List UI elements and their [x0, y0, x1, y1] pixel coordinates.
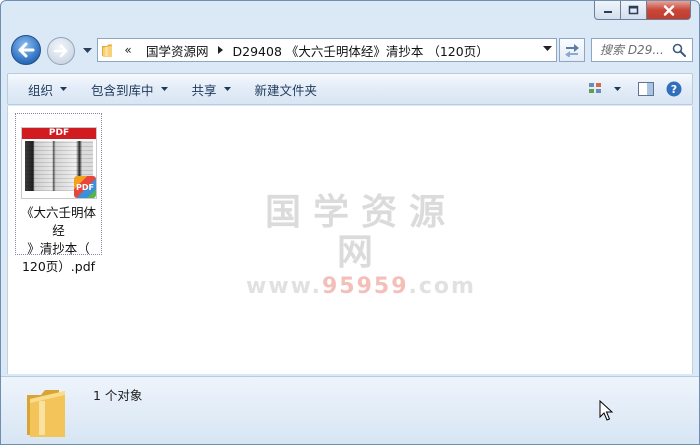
file-name: 《大六壬明体经 》清抄本（ 120页）.pdf — [20, 205, 96, 274]
help-icon: ? — [666, 81, 682, 97]
new-folder-button[interactable]: 新建文件夹 — [243, 74, 330, 104]
watermark-title: 国学资源网 — [264, 192, 457, 273]
change-view-button[interactable] — [582, 77, 610, 101]
chevron-down-icon — [82, 48, 92, 53]
watermark: 国学资源网 www.95959.com — [246, 193, 476, 299]
preview-pane-icon — [638, 82, 654, 96]
help-button[interactable]: ? — [660, 77, 688, 101]
recent-pages-button[interactable] — [81, 46, 93, 56]
address-dropdown-icon[interactable] — [543, 46, 552, 52]
organize-label: 组织 — [28, 82, 54, 98]
chevron-down-icon — [160, 87, 168, 91]
view-options-dropdown[interactable] — [610, 77, 624, 101]
forward-arrow-icon — [53, 44, 68, 58]
organize-menu[interactable]: 组织 — [8, 74, 79, 104]
search-icon[interactable] — [672, 43, 686, 57]
chevron-down-icon — [613, 87, 621, 91]
share-menu[interactable]: 共享 — [180, 74, 243, 104]
command-bar: 组织 包含到库中 共享 新建文件夹 ? — [7, 73, 693, 105]
navigation-bar: « 国学资源网 D29408 《大六壬明体经》清抄本 （120页） — [1, 31, 699, 67]
view-grid-icon — [589, 83, 601, 93]
search-input[interactable] — [600, 43, 674, 57]
include-in-library-menu[interactable]: 包含到库中 — [79, 74, 180, 104]
mouse-cursor-icon — [599, 400, 613, 421]
close-icon — [663, 4, 674, 16]
minimize-button[interactable] — [594, 1, 621, 20]
include-library-label: 包含到库中 — [91, 82, 154, 98]
maximize-icon — [628, 5, 639, 15]
caption-buttons — [594, 1, 691, 21]
folder-icon — [27, 390, 65, 437]
watermark-domain: www.95959.com — [246, 274, 476, 299]
breadcrumb-item-current-folder[interactable]: D29408 《大六壬明体经》清抄本 （120页） — [227, 41, 495, 60]
search-box[interactable] — [591, 38, 693, 62]
details-pane: 1 个对象 — [1, 376, 699, 444]
forward-button[interactable] — [47, 37, 75, 65]
view-controls: ? — [582, 74, 688, 104]
maximize-button[interactable] — [621, 1, 647, 20]
pdf-thumbnail: PDF PDF — [21, 127, 97, 199]
explorer-window: « 国学资源网 D29408 《大六壬明体经》清抄本 （120页） 组织 包含到… — [0, 0, 700, 445]
back-arrow-icon — [18, 42, 35, 58]
refresh-button[interactable] — [559, 38, 585, 62]
back-button[interactable] — [11, 35, 41, 65]
minimize-icon — [603, 11, 612, 13]
refresh-icon — [565, 44, 579, 57]
chevron-right-icon[interactable] — [215, 39, 227, 61]
svg-text:?: ? — [671, 83, 677, 96]
pdf-banner: PDF — [22, 128, 96, 139]
new-folder-label: 新建文件夹 — [254, 82, 318, 98]
folder-icon — [98, 39, 120, 61]
share-label: 共享 — [191, 82, 217, 98]
breadcrumb-overflow[interactable]: « — [120, 43, 136, 57]
pdf-badge-icon: PDF — [74, 176, 96, 198]
chevron-down-icon — [60, 87, 68, 91]
address-bar[interactable]: « 国学资源网 D29408 《大六壬明体经》清抄本 （120页） — [97, 38, 557, 62]
chevron-down-icon — [223, 87, 231, 91]
item-count: 1 个对象 — [93, 388, 143, 403]
file-item-pdf[interactable]: PDF PDF 《大六壬明体经 》清抄本（ 120页）.pdf — [15, 113, 102, 274]
close-button[interactable] — [647, 1, 691, 20]
breadcrumb-item-site[interactable]: 国学资源网 — [140, 41, 215, 60]
preview-pane-button[interactable] — [632, 77, 660, 101]
file-list-area[interactable]: 国学资源网 www.95959.com PDF PDF 《大六壬明体经 》清抄本… — [7, 106, 693, 374]
